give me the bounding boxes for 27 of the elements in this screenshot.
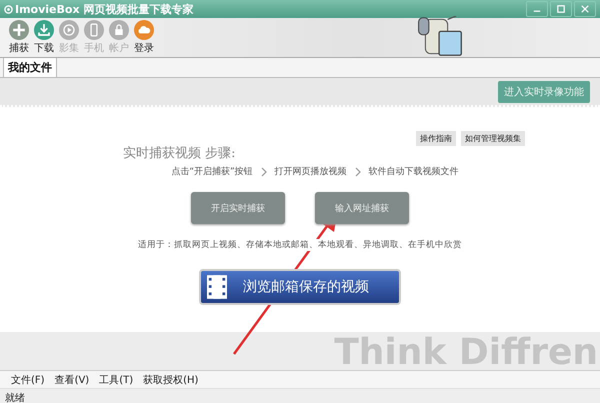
menu-item[interactable]: 工具(T): [99, 372, 134, 386]
toolbar-button[interactable]: 下载: [33, 18, 55, 57]
menu-item[interactable]: 获取授权(H): [143, 372, 198, 386]
chevron-icon: [260, 166, 267, 176]
maximize-icon: [557, 5, 565, 13]
window-title: ImovieBox 网页视频批量下载专家: [15, 2, 194, 16]
step-text: 打开网页播放视频: [274, 166, 347, 178]
close-icon: [581, 5, 589, 13]
close-button[interactable]: [574, 1, 596, 17]
step-text: 点击“开启捕获”按钮: [171, 166, 253, 178]
menu-item[interactable]: 查看(V): [54, 372, 90, 386]
steps-title: 实时捕获视频 步骤:: [123, 145, 236, 162]
toolbar-button[interactable]: 捕获: [8, 18, 30, 57]
help-button[interactable]: 如何管理视频集: [461, 131, 525, 146]
help-button[interactable]: 操作指南: [416, 131, 456, 146]
chevron-icon: [354, 166, 361, 176]
toolbar-button[interactable]: 登录: [133, 18, 155, 57]
status-text: 就绪: [5, 392, 25, 403]
film-strip-icon: [207, 275, 227, 299]
minimize-button[interactable]: [526, 1, 548, 17]
maximize-button[interactable]: [550, 1, 572, 17]
tab[interactable]: 我的文件: [3, 57, 57, 77]
mailbox-video-button[interactable]: 浏览邮箱保存的视频: [199, 269, 401, 305]
usage-text: 适用于：抓取网页上视频、存储本地或邮箱、本地观看、异地调取、在手机中欣赏: [138, 239, 462, 251]
menu-item[interactable]: 文件(F): [11, 372, 45, 386]
step-text: 软件自动下载视频文件: [368, 166, 459, 178]
app-logo-icon: [4, 4, 13, 14]
